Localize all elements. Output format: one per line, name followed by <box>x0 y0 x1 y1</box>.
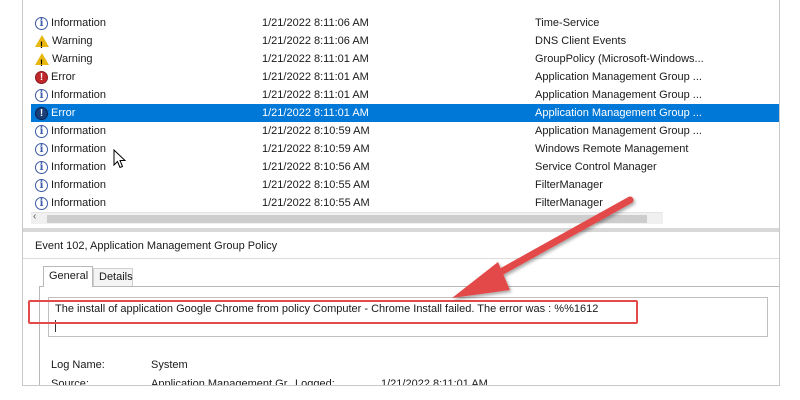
error-icon <box>35 105 48 123</box>
event-row[interactable]: Information 1/21/2022 8:10:59 AM Applicati… <box>31 122 779 141</box>
mouse-cursor-icon <box>113 149 127 169</box>
detail-header-divider <box>23 258 779 259</box>
event-level-text: Warning <box>52 53 93 65</box>
scrollbar-thumb[interactable] <box>47 215 647 223</box>
log-name-value: System <box>151 359 188 371</box>
event-level-text: Information <box>51 89 107 101</box>
event-datetime: 1/21/2022 8:11:06 AM <box>262 35 369 47</box>
event-level-text: Warning <box>52 35 93 47</box>
scroll-left-arrow-icon[interactable]: ‹ <box>33 211 36 222</box>
event-source: Application Management Group ... <box>535 89 702 101</box>
event-level-text: Error <box>51 107 76 119</box>
event-row[interactable]: Information 1/21/2022 8:10:55 AM FilterMan… <box>31 176 779 195</box>
event-level: Information <box>35 122 107 141</box>
event-source: Application Management Group ... <box>535 125 702 137</box>
event-source: DNS Client Events <box>535 35 627 47</box>
tab-general[interactable]: General <box>43 266 93 287</box>
event-level: Warning <box>35 50 93 72</box>
event-level-text: Information <box>51 17 107 29</box>
event-row[interactable]: Warning 1/21/2022 8:11:01 AM GroupPolicy (… <box>31 50 779 72</box>
event-level: Information <box>35 14 107 33</box>
event-level-text: Error <box>51 71 76 83</box>
error-icon <box>35 69 48 87</box>
event-row[interactable]: Information 1/21/2022 8:10:56 AM Service C… <box>31 158 779 177</box>
event-level-text: Information <box>51 125 107 137</box>
event-datetime: 1/21/2022 8:11:01 AM <box>262 71 369 83</box>
event-row[interactable]: Warning 1/21/2022 8:11:06 AM DNS Client Ev… <box>31 32 779 54</box>
info-icon <box>35 177 48 195</box>
event-row[interactable]: Information 1/21/2022 8:10:59 AM Windows R… <box>31 140 779 159</box>
info-icon <box>35 15 48 33</box>
info-icon <box>35 141 48 159</box>
event-row[interactable]: Information 1/21/2022 8:10:55 AM FilterMan… <box>31 194 779 212</box>
source-value: Application Management Gr... <box>151 378 296 386</box>
event-level-text: Information <box>51 143 107 155</box>
info-icon <box>35 123 48 141</box>
event-level: Error <box>35 68 76 87</box>
event-viewer-window: Information 1/21/2022 8:11:06 AM Time-Serv… <box>22 0 780 386</box>
event-level: Warning <box>35 32 93 54</box>
event-datetime: 1/21/2022 8:10:55 AM <box>262 197 370 209</box>
event-level: Information <box>35 158 107 177</box>
annotation-highlight-box <box>28 300 638 324</box>
logged-value: 1/21/2022 8:11:01 AM <box>381 378 488 386</box>
event-level-text: Information <box>51 179 107 191</box>
event-level-text: Information <box>51 197 107 209</box>
tab-details[interactable]: Details <box>93 268 133 286</box>
event-row[interactable]: Error 1/21/2022 8:11:01 AM Application Man… <box>31 68 779 87</box>
event-source: Application Management Group ... <box>535 71 702 83</box>
event-level: Information <box>35 176 107 195</box>
log-name-label: Log Name: <box>51 359 105 371</box>
info-icon <box>35 195 48 212</box>
source-label: Source: <box>51 378 89 386</box>
event-source: FilterManager <box>535 179 603 191</box>
event-source: Windows Remote Management <box>535 143 689 155</box>
event-source: FilterManager <box>535 197 603 209</box>
event-row[interactable]: Information 1/21/2022 8:11:01 AM Applicati… <box>31 86 779 105</box>
event-datetime: 1/21/2022 8:10:59 AM <box>262 125 370 137</box>
event-datetime: 1/21/2022 8:10:59 AM <box>262 143 370 155</box>
event-datetime: 1/21/2022 8:11:01 AM <box>262 89 369 101</box>
horizontal-scrollbar[interactable]: ‹ <box>31 211 663 224</box>
logged-label: Logged: <box>295 378 335 386</box>
event-level: Information <box>35 140 107 159</box>
event-level: Error <box>35 104 76 123</box>
event-list: Information 1/21/2022 8:11:06 AM Time-Serv… <box>31 0 779 212</box>
warning-icon <box>35 35 49 54</box>
event-level: Information <box>35 86 107 105</box>
event-datetime: 1/21/2022 8:11:01 AM <box>262 107 369 119</box>
event-level: Information <box>35 194 106 212</box>
event-detail-title: Event 102, Application Management Group … <box>35 240 278 252</box>
event-source: GroupPolicy (Microsoft-Windows... <box>535 53 704 65</box>
event-datetime: 1/21/2022 8:10:55 AM <box>262 179 370 191</box>
event-source: Service Control Manager <box>535 161 657 173</box>
info-icon <box>35 159 48 177</box>
event-row[interactable]: Information 1/21/2022 8:11:06 AM Time-Serv… <box>31 14 779 33</box>
info-icon <box>35 87 48 105</box>
warning-icon <box>35 53 49 72</box>
event-source: Application Management Group ... <box>535 107 702 119</box>
event-datetime: 1/21/2022 8:10:56 AM <box>262 161 370 173</box>
event-row[interactable]: Error 1/21/2022 8:11:01 AM Application Man… <box>31 104 779 123</box>
event-datetime: 1/21/2022 8:11:06 AM <box>262 17 369 29</box>
event-level-text: Information <box>51 161 107 173</box>
event-source: Time-Service <box>535 17 600 29</box>
event-datetime: 1/21/2022 8:11:01 AM <box>262 53 369 65</box>
